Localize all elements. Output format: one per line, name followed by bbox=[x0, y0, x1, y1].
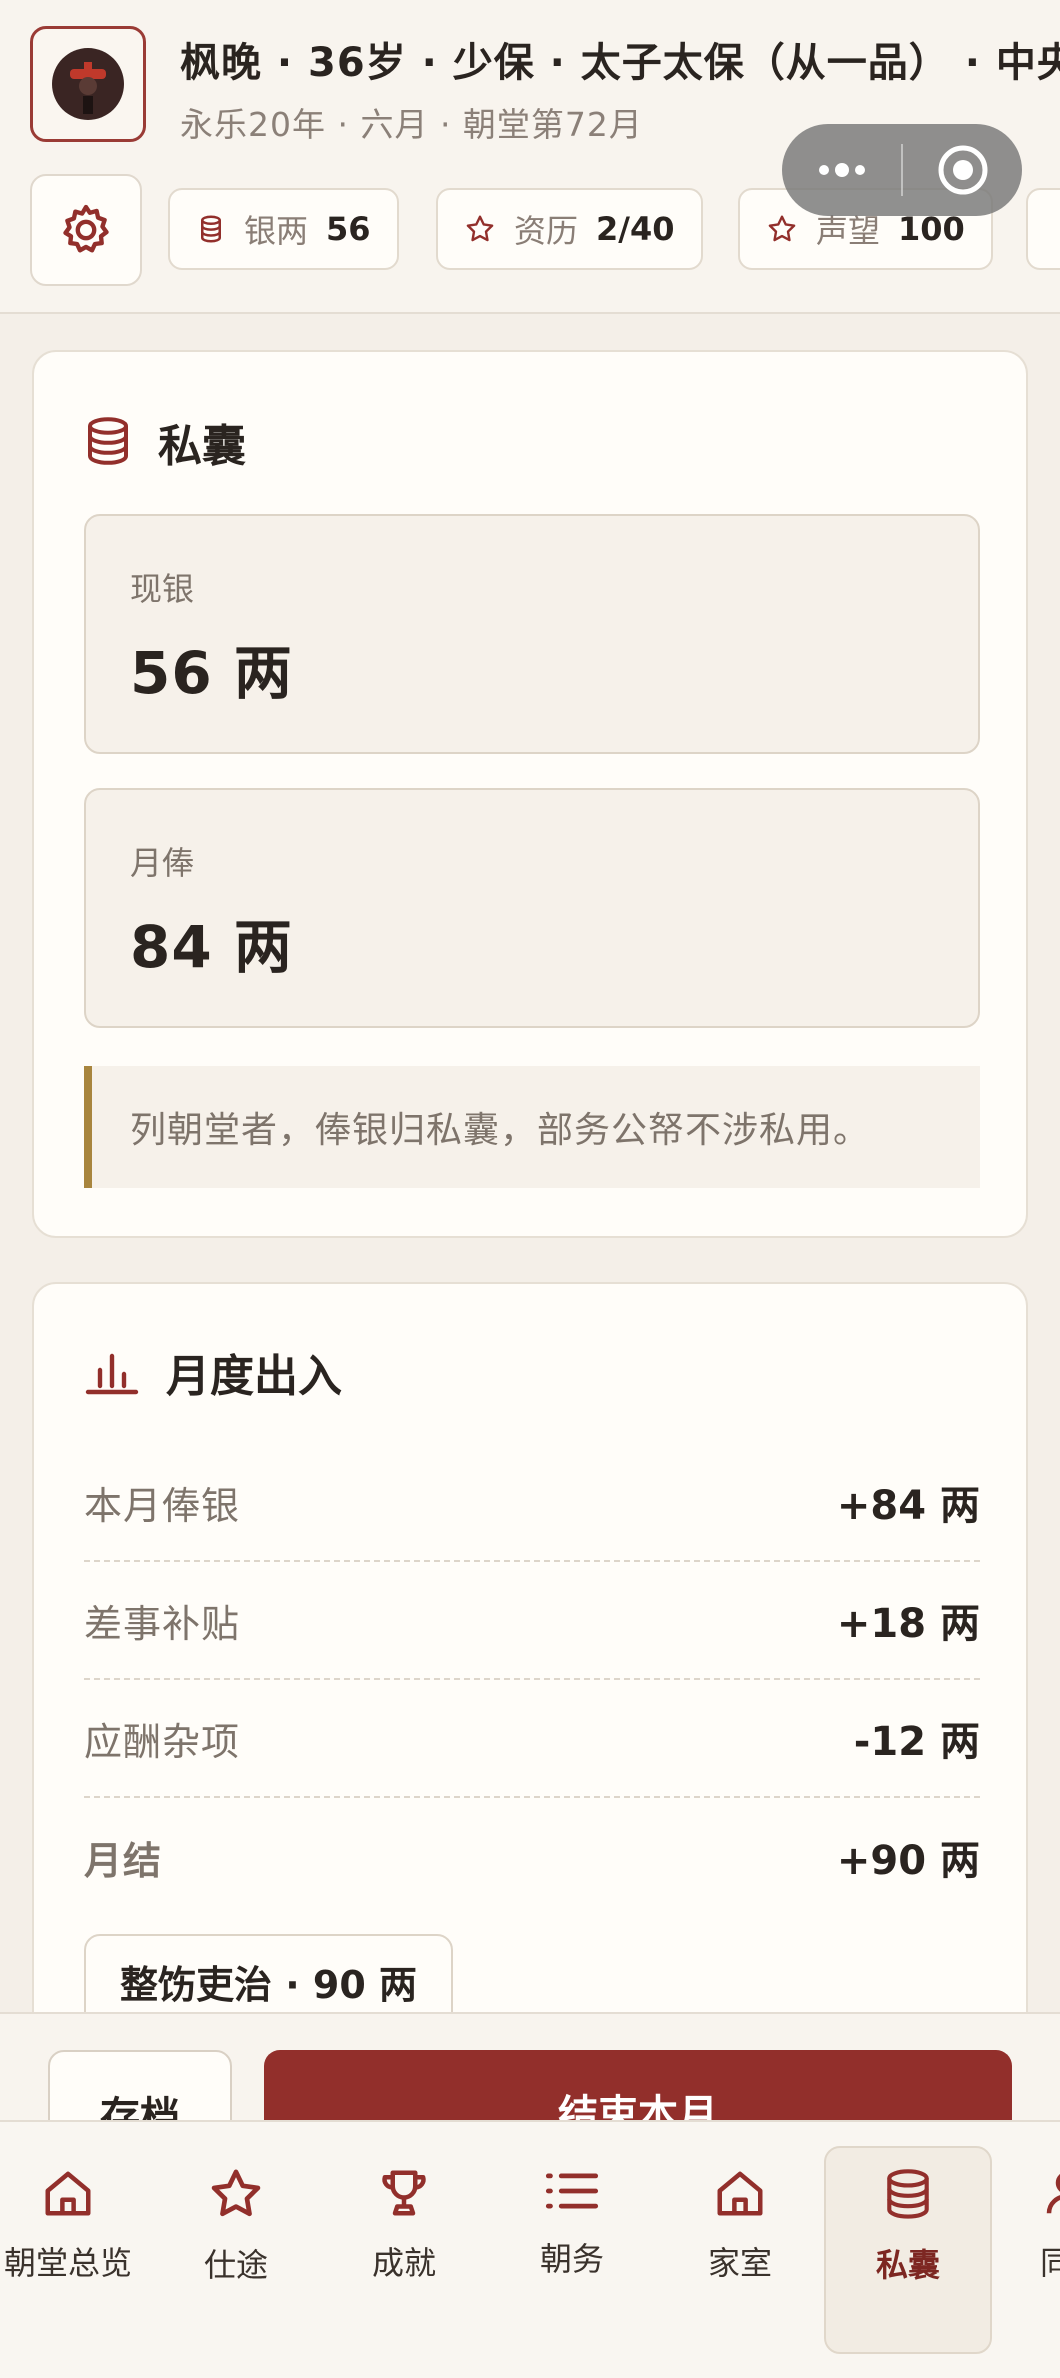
coin-stack-icon bbox=[88, 417, 128, 465]
end-month-button[interactable]: 结束本月 bbox=[264, 2050, 1012, 2126]
nav-label: 成就 bbox=[371, 2244, 436, 2282]
more-button[interactable] bbox=[782, 124, 901, 216]
date-subtitle: 永乐20年 · 六月 · 朝堂第72月 bbox=[180, 105, 643, 144]
settings-button[interactable] bbox=[30, 174, 142, 286]
more-dots-icon bbox=[818, 163, 865, 177]
stat-chip-seniority[interactable]: 资历 2/40 bbox=[436, 188, 703, 270]
ledger-row: 本月俸银 +84 两 bbox=[84, 1444, 980, 1562]
ledger-row: 差事补贴 +18 两 bbox=[84, 1562, 980, 1680]
purse-note: 列朝堂者，俸银归私囊，部务公帑不涉私用。 bbox=[84, 1066, 980, 1188]
save-button[interactable]: 存档 bbox=[48, 2050, 232, 2126]
gear-icon bbox=[63, 204, 109, 253]
nav-item-purse[interactable]: 私囊 bbox=[824, 2146, 992, 2354]
ledger-label: 差事补贴 bbox=[84, 1601, 241, 1646]
card-title: 私囊 bbox=[158, 421, 246, 472]
ledger-value: +84 两 bbox=[836, 1483, 980, 1529]
stat-label: 银两 bbox=[244, 212, 309, 250]
bar-chart-icon bbox=[85, 1353, 139, 1395]
nav-item-career[interactable]: 仕途 bbox=[174, 2146, 298, 2354]
ledger-total-row: 月结 +90 两 bbox=[84, 1798, 980, 1916]
coin-stack-icon bbox=[887, 2169, 929, 2219]
monthly-card-header: 月度出入 bbox=[84, 1340, 342, 1404]
cash-value: 56 两 bbox=[130, 639, 293, 707]
cash-box: 现银 56 两 bbox=[84, 514, 980, 754]
star-icon bbox=[768, 215, 796, 242]
person-icon bbox=[1046, 2174, 1060, 2214]
nav-item-partial[interactable]: 同 bbox=[1010, 2146, 1060, 2354]
nav-item-family[interactable]: 家室 bbox=[678, 2146, 802, 2354]
star-icon bbox=[211, 2169, 261, 2217]
stat-chip-silver[interactable]: 银两 56 bbox=[168, 188, 399, 270]
action-bar: 存档 结束本月 bbox=[0, 2012, 1060, 2126]
nav-label: 私囊 bbox=[875, 2246, 940, 2284]
target-circle-icon bbox=[938, 145, 987, 195]
salary-value: 84 两 bbox=[130, 913, 293, 981]
nav-label: 家室 bbox=[707, 2244, 772, 2282]
list-icon bbox=[545, 2173, 599, 2209]
home-icon bbox=[45, 2171, 91, 2216]
nav-item-achievements[interactable]: 成就 bbox=[342, 2146, 466, 2354]
ledger-value: +18 两 bbox=[836, 1601, 980, 1647]
cash-label: 现银 bbox=[130, 570, 195, 608]
ledger-total-value: +90 两 bbox=[836, 1838, 980, 1884]
stat-value: 2/40 bbox=[596, 210, 675, 248]
purse-card-header: 私囊 bbox=[84, 410, 246, 474]
nav-label: 仕途 bbox=[203, 2246, 268, 2284]
ledger-total-label: 月结 bbox=[84, 1838, 163, 1883]
stat-label: 资历 bbox=[514, 212, 579, 250]
bottom-nav: 朝堂总览 仕途 成就 朝务 家室 私囊 bbox=[0, 2120, 1060, 2378]
purse-card: 私囊 现银 56 两 月俸 84 两 列朝堂者，俸银归私囊，部务公帑不涉私用。 bbox=[32, 350, 1028, 1238]
coin-stack-icon bbox=[201, 215, 221, 243]
page-title: 枫晚 · 36岁 · 少保 · 太子太保（从一品） · 中央 bbox=[180, 40, 1060, 86]
nav-item-court-affairs[interactable]: 朝务 bbox=[510, 2146, 634, 2354]
ledger-label: 本月俸银 bbox=[84, 1483, 241, 1528]
avatar[interactable] bbox=[30, 26, 146, 142]
star-icon bbox=[466, 215, 494, 242]
nav-label: 朝务 bbox=[539, 2240, 604, 2278]
miniprogram-capsule bbox=[782, 124, 1022, 216]
salary-label: 月俸 bbox=[130, 844, 195, 882]
nav-label: 朝堂总览 bbox=[4, 2244, 133, 2282]
stat-chip-partial[interactable] bbox=[1026, 188, 1060, 270]
ledger-row: 应酬杂项 -12 两 bbox=[84, 1680, 980, 1798]
salary-box: 月俸 84 两 bbox=[84, 788, 980, 1028]
nav-label: 同 bbox=[1040, 2238, 1060, 2284]
home-icon bbox=[717, 2171, 763, 2216]
official-portrait-icon bbox=[52, 48, 124, 120]
nav-item-court-overview[interactable]: 朝堂总览 bbox=[4, 2146, 133, 2354]
ledger-label: 应酬杂项 bbox=[84, 1719, 241, 1764]
card-title: 月度出入 bbox=[166, 1351, 342, 1402]
trophy-icon bbox=[382, 2170, 426, 2216]
ledger-value: -12 两 bbox=[853, 1719, 980, 1765]
close-miniprogram-button[interactable] bbox=[903, 124, 1022, 216]
stat-value: 56 bbox=[326, 210, 371, 248]
top-header: 枫晚 · 36岁 · 少保 · 太子太保（从一品） · 中央 永乐20年 · 六… bbox=[0, 0, 1060, 314]
